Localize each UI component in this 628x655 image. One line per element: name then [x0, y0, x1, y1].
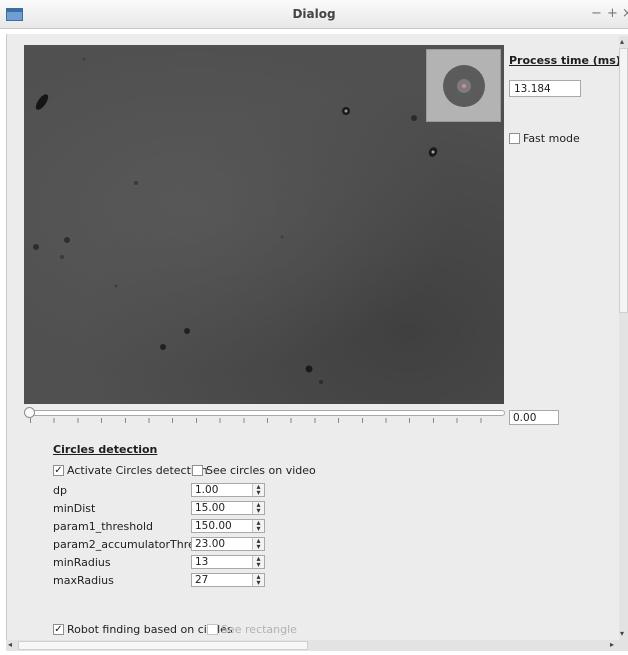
activate-circles-checkbox[interactable]: ✓ [53, 465, 64, 476]
fast-mode-checkbox[interactable] [509, 133, 520, 144]
param-value-minradius: 13 [195, 556, 209, 568]
param-value-maxradius: 27 [195, 574, 209, 586]
param-spinbox-dp[interactable]: 1.00 ▴ ▾ [191, 483, 265, 497]
param-value-dp: 1.00 [195, 484, 219, 496]
slider-value-field[interactable]: 0.00 [509, 410, 559, 425]
activate-circles-label: Activate Circles detection [67, 464, 208, 477]
param-spinbox-maxradius[interactable]: 27 ▴ ▾ [191, 573, 265, 587]
slider-ticks [30, 418, 504, 423]
param-value-mindist: 15.00 [195, 502, 226, 514]
param-spinbox-mindist[interactable]: 15.00 ▴ ▾ [191, 501, 265, 515]
param-label-maxradius: maxRadius [53, 574, 114, 587]
param-spinbox-param2[interactable]: 23.00 ▴ ▾ [191, 537, 265, 551]
circle-template-preview [426, 49, 501, 122]
param-label-dp: dp [53, 484, 67, 497]
param-spinbox-minradius[interactable]: 13 ▴ ▾ [191, 555, 265, 569]
param-value-param1: 150.00 [195, 520, 232, 532]
close-button[interactable]: × [622, 6, 628, 21]
see-circles-checkbox[interactable] [192, 465, 203, 476]
param-label-minradius: minRadius [53, 556, 111, 569]
see-circles-label: See circles on video [206, 464, 316, 477]
see-rectangle-checkbox[interactable] [207, 624, 218, 635]
spin-arrows-icon[interactable]: ▴ ▾ [252, 501, 264, 515]
window-title: Dialog [292, 7, 336, 21]
scroll-right-icon[interactable]: ▸ [610, 640, 614, 649]
maximize-button[interactable]: + [607, 6, 618, 21]
spin-arrows-icon[interactable]: ▴ ▾ [252, 573, 264, 587]
vertical-scroll-thumb[interactable] [619, 48, 628, 313]
param-label-mindist: minDist [53, 502, 96, 515]
scroll-down-icon[interactable]: ▾ [620, 629, 624, 638]
spin-arrows-icon[interactable]: ▴ ▾ [252, 555, 264, 569]
process-time-label: Process time (ms) [509, 54, 621, 67]
fast-mode-label: Fast mode [523, 132, 580, 145]
process-time-field[interactable]: 13.184 [509, 80, 581, 97]
param-spinbox-param1[interactable]: 150.00 ▴ ▾ [191, 519, 265, 533]
see-rectangle-label: See rectangle [221, 623, 297, 636]
param-value-param2: 23.00 [195, 538, 226, 550]
horizontal-scroll-thumb[interactable] [18, 641, 308, 650]
video-position-slider[interactable] [27, 410, 505, 416]
spin-arrows-icon[interactable]: ▴ ▾ [252, 537, 264, 551]
robot-finding-checkbox[interactable]: ✓ [53, 624, 64, 635]
slider-handle[interactable] [24, 407, 35, 418]
scroll-up-icon[interactable]: ▴ [620, 37, 624, 46]
circles-detection-title: Circles detection [53, 443, 158, 456]
param-label-param1: param1_threshold [53, 520, 154, 533]
scroll-left-icon[interactable]: ◂ [8, 640, 12, 649]
minimize-button[interactable]: − [591, 6, 602, 21]
preview-circle-graphic [443, 65, 485, 107]
spin-arrows-icon[interactable]: ▴ ▾ [252, 483, 264, 497]
spin-arrows-icon[interactable]: ▴ ▾ [252, 519, 264, 533]
window-bottom-edge [0, 651, 628, 655]
